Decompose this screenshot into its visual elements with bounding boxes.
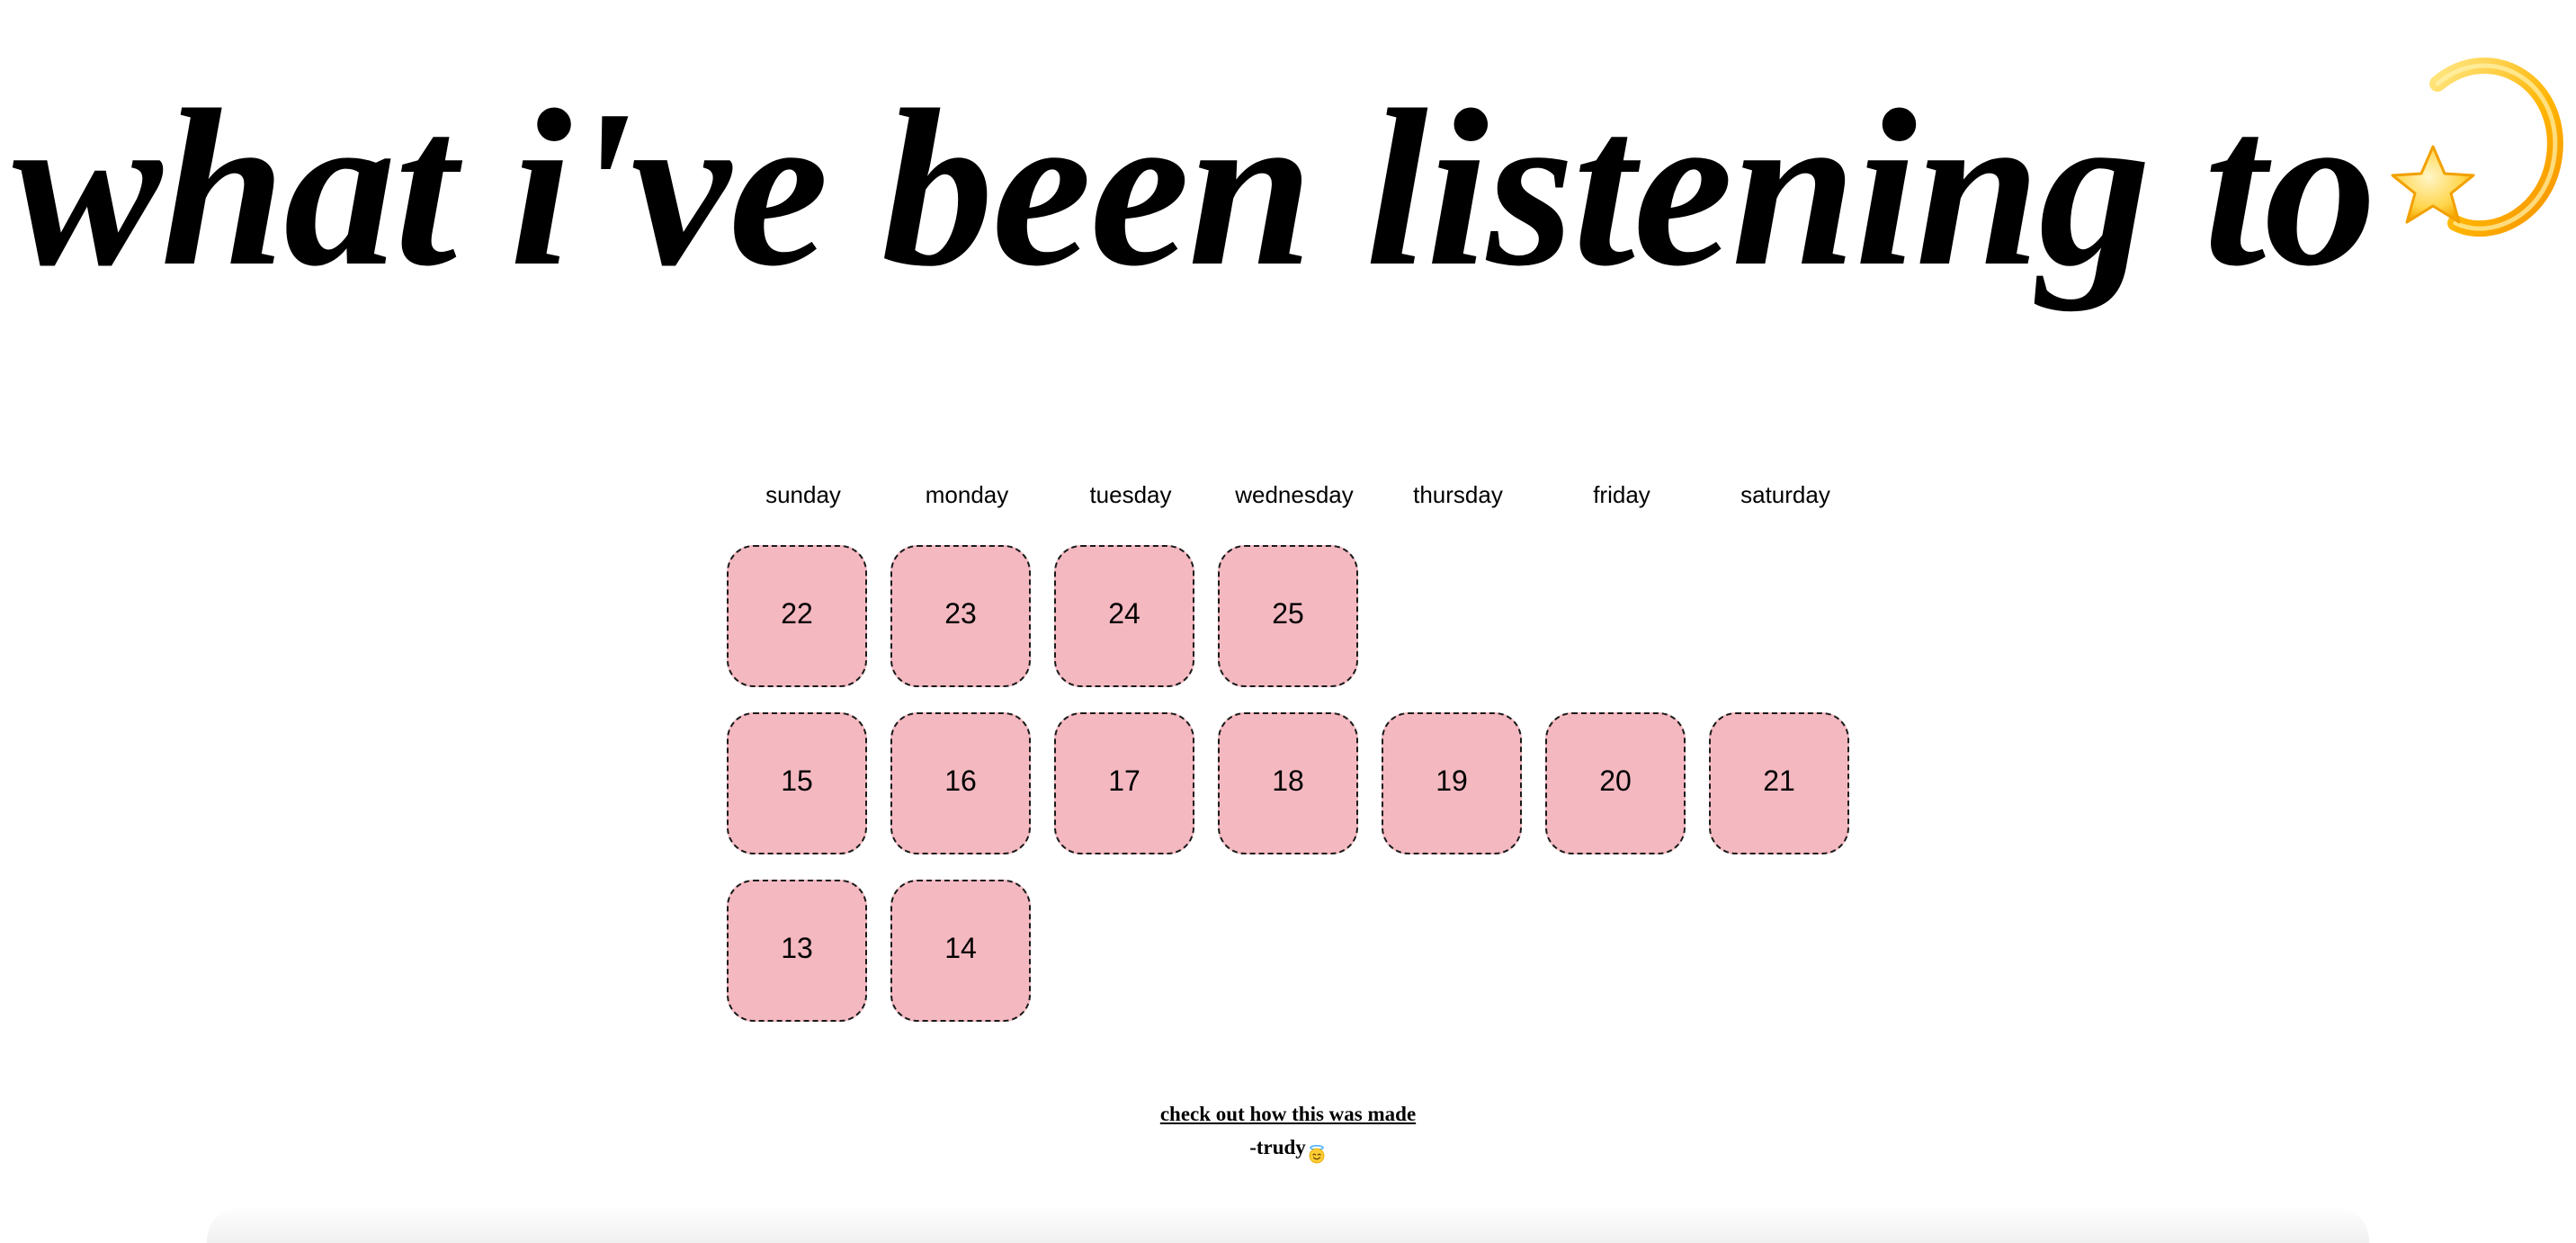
- day-header: thursday: [1413, 481, 1503, 508]
- day-number: 17: [1108, 764, 1140, 797]
- empty-day-slot: [1704, 545, 1844, 687]
- signature-text: -trudy: [1249, 1136, 1306, 1158]
- day-number: 21: [1763, 764, 1795, 797]
- day-header: friday: [1593, 481, 1650, 508]
- day-cell[interactable]: 14: [890, 880, 1031, 1022]
- day-number: 20: [1599, 764, 1632, 797]
- page-title: what i've been listening to: [0, 54, 2576, 324]
- empty-day-slot: [1704, 880, 1844, 1022]
- day-cell[interactable]: 19: [1382, 712, 1522, 854]
- bottom-shadow: [207, 1205, 2369, 1243]
- day-header: wednesday: [1235, 481, 1354, 508]
- page-title-text: what i've been listening to: [12, 64, 2377, 313]
- footer: check out how this was made -trudy: [0, 1099, 2576, 1166]
- day-header-row: sunday monday tuesday wednesday thursday…: [721, 468, 1867, 522]
- empty-day-slot: [1376, 880, 1516, 1022]
- day-number: 19: [1436, 764, 1468, 797]
- day-number: 13: [781, 931, 813, 964]
- day-cell[interactable]: 13: [727, 880, 867, 1022]
- day-cell[interactable]: 18: [1218, 712, 1358, 854]
- day-number: 25: [1272, 596, 1304, 630]
- signature: -trudy: [0, 1130, 2576, 1166]
- day-header: tuesday: [1089, 481, 1172, 508]
- day-cell[interactable]: 22: [727, 545, 867, 687]
- empty-day-slot: [1540, 880, 1680, 1022]
- how-it-was-made-link[interactable]: check out how this was made: [1160, 1099, 1416, 1130]
- day-number: 14: [944, 931, 977, 964]
- dizzy-shooting-star-icon: [2384, 45, 2564, 252]
- day-number: 18: [1272, 764, 1304, 797]
- week-row: 15 16 17 18 19 20 21: [721, 712, 1867, 856]
- day-cell[interactable]: 16: [890, 712, 1031, 854]
- day-cell[interactable]: 15: [727, 712, 867, 854]
- day-header: saturday: [1740, 481, 1830, 508]
- week-row: 22 23 24 25: [721, 545, 1867, 689]
- day-number: 24: [1108, 596, 1140, 630]
- day-cell[interactable]: 25: [1218, 545, 1358, 687]
- day-cell[interactable]: 17: [1054, 712, 1194, 854]
- empty-day-slot: [1049, 880, 1189, 1022]
- calendar: sunday monday tuesday wednesday thursday…: [721, 468, 1867, 1024]
- day-number: 22: [781, 596, 813, 630]
- day-header: monday: [925, 481, 1009, 508]
- day-number: 15: [781, 764, 813, 797]
- day-cell[interactable]: 24: [1054, 545, 1194, 687]
- day-number: 23: [944, 596, 977, 630]
- empty-day-slot: [1540, 545, 1680, 687]
- day-header: sunday: [765, 481, 841, 508]
- day-cell[interactable]: 21: [1709, 712, 1849, 854]
- day-number: 16: [944, 764, 977, 797]
- empty-day-slot: [1212, 880, 1353, 1022]
- empty-day-slot: [1376, 545, 1516, 687]
- smiling-face-with-halo-icon: [1307, 1140, 1327, 1164]
- day-cell[interactable]: 20: [1545, 712, 1686, 854]
- day-cell[interactable]: 23: [890, 545, 1031, 687]
- week-row: 13 14: [721, 880, 1867, 1024]
